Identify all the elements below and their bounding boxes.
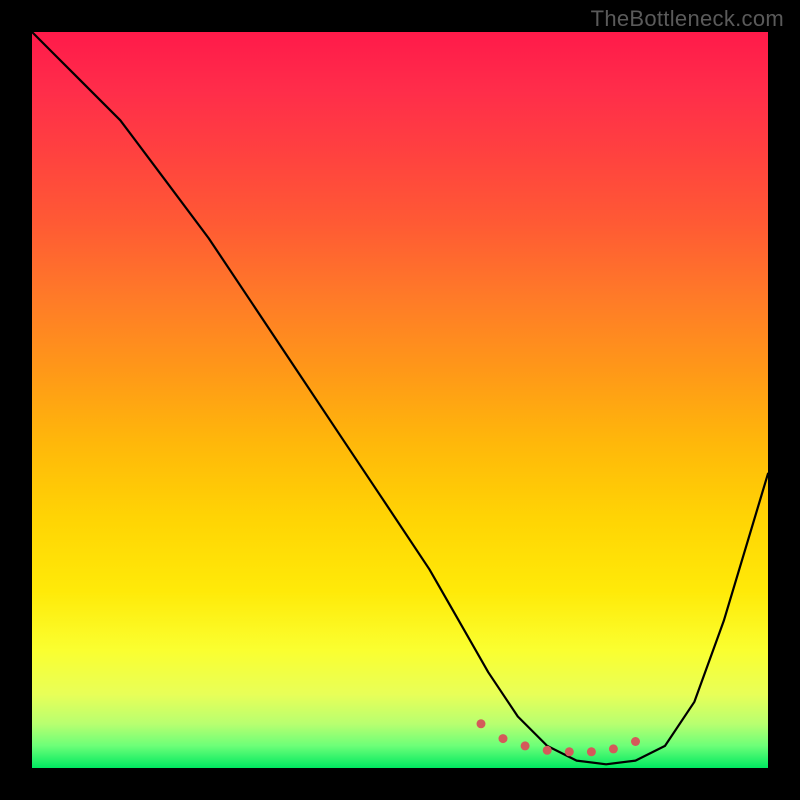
highlight-dot bbox=[543, 746, 552, 755]
highlight-dot bbox=[499, 734, 508, 743]
highlight-dot bbox=[477, 719, 486, 728]
bottleneck-curve bbox=[32, 32, 768, 764]
highlight-dot bbox=[587, 747, 596, 756]
curve-svg bbox=[32, 32, 768, 768]
highlight-dot bbox=[609, 744, 618, 753]
highlight-dot bbox=[521, 741, 530, 750]
plot-area bbox=[32, 32, 768, 768]
highlight-dot bbox=[631, 737, 640, 746]
watermark-text: TheBottleneck.com bbox=[591, 6, 784, 32]
highlight-dot bbox=[565, 747, 574, 756]
chart-container: TheBottleneck.com bbox=[0, 0, 800, 800]
